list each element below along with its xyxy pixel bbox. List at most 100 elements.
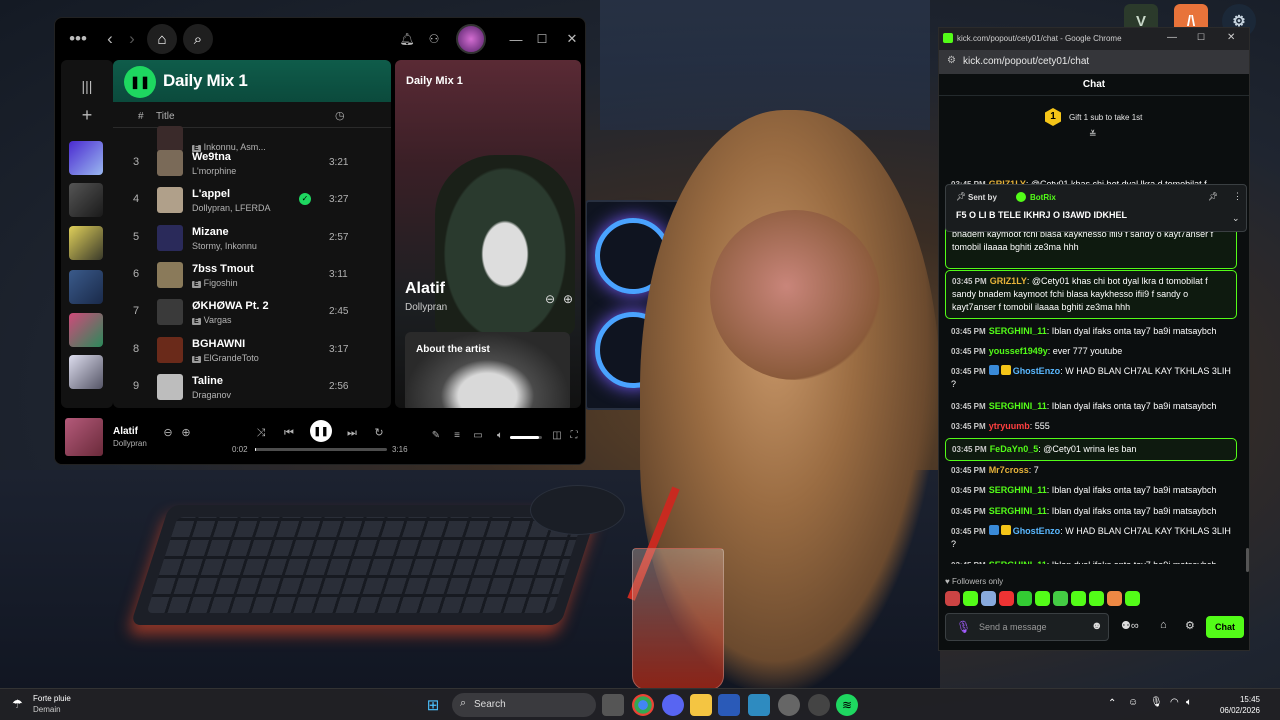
menu-dots-icon[interactable]: ••• [65, 26, 91, 52]
emote[interactable] [1089, 591, 1104, 606]
maximize-icon[interactable]: ☐ [1197, 32, 1205, 43]
bell-icon[interactable]: 🔔︎ [394, 26, 420, 52]
chat-message[interactable]: 03:45 PMGRIZ1LY: @Cety01 khas chi bot dy… [945, 270, 1237, 319]
task-view-icon[interactable] [602, 694, 624, 716]
emote[interactable] [963, 591, 978, 606]
player-artist[interactable]: Dollypran [113, 439, 147, 448]
track-row[interactable]: 3 We9tna L'morphine 3:21 [113, 144, 391, 181]
emote[interactable] [1107, 591, 1122, 606]
message-username[interactable]: GRIZ1LY [990, 276, 1027, 286]
message-username[interactable]: SERGHINI_11 [989, 560, 1047, 564]
emote[interactable] [1053, 591, 1068, 606]
track-row[interactable]: 7 ØKHØWA Pt. 2 E Vargas 2:45 [113, 293, 391, 330]
unpin-icon[interactable]: 📌︎ [1208, 192, 1218, 201]
forward-icon[interactable]: › [119, 26, 145, 52]
message-username[interactable]: Mr7cross [989, 465, 1029, 475]
track-artist[interactable]: E Figoshin [192, 278, 238, 288]
chat-send-button[interactable]: Chat [1206, 616, 1244, 638]
track-name[interactable]: ØKHØWA Pt. 2 [192, 300, 269, 312]
track-artist-text[interactable]: Vargas [204, 315, 232, 325]
fullscreen-icon[interactable]: ⛶ [565, 427, 583, 445]
store-icon[interactable]: ⌂ [1160, 619, 1167, 631]
message-input[interactable]: 🎙︎ Send a message ☻ [945, 613, 1109, 641]
track-name[interactable]: BGHAWNI [192, 338, 245, 350]
chevron-down-icon[interactable]: ⌄ [1232, 213, 1240, 224]
now-playing-subtitle[interactable]: Dollypran [405, 302, 447, 313]
emoji-icon[interactable]: ☻ [1091, 620, 1103, 632]
search-icon[interactable]: ⌕ [183, 24, 213, 54]
message-username[interactable]: GhostEnzo [1013, 366, 1061, 376]
add-icon[interactable]: ⊕ [177, 424, 195, 442]
volume-icon[interactable]: 🔈︎ [491, 427, 509, 445]
liked-songs-icon[interactable] [69, 141, 103, 175]
track-name[interactable]: 7bss Tmout [192, 263, 254, 275]
message-username[interactable]: SERGHINI_11 [989, 485, 1047, 495]
track-artist[interactable]: L'morphine [192, 166, 236, 176]
track-row[interactable]: 8 BGHAWNI E ElGrandeToto 3:17 [113, 331, 391, 368]
track-artist-text[interactable]: Stormy, Inkonnu [192, 241, 257, 251]
chat-message[interactable]: 03:45 PMSERGHINI_11: Iblan dyal ifaks on… [945, 559, 1237, 564]
clock[interactable]: 15:45 06/02/2026 [1212, 694, 1260, 716]
friends-icon[interactable]: ⚇ [421, 26, 447, 52]
library-icon[interactable]: ||| [74, 73, 100, 99]
maximize-icon[interactable]: ☐ [529, 26, 555, 52]
mic-tray-icon[interactable]: 🎙︎ [1150, 697, 1163, 708]
track-artist-text[interactable]: L'morphine [192, 166, 236, 176]
minimize-icon[interactable]: — [503, 26, 529, 52]
track-artist[interactable]: Draganov [192, 390, 231, 400]
points-icon[interactable]: ⚉∞ [1121, 619, 1139, 632]
message-username[interactable]: SERGHINI_11 [989, 401, 1047, 411]
track-row[interactable]: 6 7bss Tmout E Figoshin 3:11 [113, 256, 391, 293]
url-text[interactable]: kick.com/popout/cety01/chat [963, 56, 1089, 67]
chrome-icon[interactable] [632, 694, 654, 716]
file-explorer-icon[interactable] [690, 694, 712, 716]
emote[interactable] [1035, 591, 1050, 606]
shuffle-icon[interactable]: ⤨ [252, 424, 270, 442]
wifi-icon[interactable]: ◠ [1170, 697, 1179, 708]
volume-slider[interactable] [510, 436, 542, 439]
settings-icon[interactable] [778, 694, 800, 716]
track-artist-text[interactable]: Draganov [192, 390, 231, 400]
scrollbar-thumb[interactable] [1246, 548, 1249, 572]
pinned-sender[interactable]: BotRix [1030, 193, 1056, 202]
lyrics-icon[interactable]: ✎ [427, 427, 445, 445]
more-icon[interactable]: ⋮ [1233, 191, 1242, 202]
discord-tray-icon[interactable]: ☺ [1128, 697, 1138, 708]
playlist-item[interactable] [69, 270, 103, 304]
playlist-item[interactable] [69, 226, 103, 260]
spotify-icon[interactable]: ≋ [836, 694, 858, 716]
discord-icon[interactable] [662, 694, 684, 716]
track-artist-text[interactable]: Figoshin [204, 278, 238, 288]
player-track[interactable]: Alatif [113, 426, 138, 437]
plus-icon[interactable]: + [74, 102, 100, 128]
message-username[interactable]: SERGHINI_11 [989, 506, 1047, 516]
playlist-item[interactable] [69, 355, 103, 389]
remove-icon[interactable]: ⊖ [159, 424, 177, 442]
miniplayer-icon[interactable]: ◫ [548, 427, 566, 445]
obs-icon[interactable] [808, 694, 830, 716]
chat-message[interactable]: 03:45 PM GhostEnzo: W HAD BLAN CH7AL KAY … [945, 365, 1237, 391]
chat-message[interactable]: 03:45 PM ytryuumb: 555 [945, 420, 1237, 433]
chat-message[interactable]: 03:45 PMSERGHINI_11: Iblan dyal ifaks on… [945, 505, 1237, 518]
track-row[interactable]: 9 Taline Draganov 2:56 [113, 368, 391, 405]
chat-message[interactable]: 03:45 PM youssef1949y: ever 777 youtube [945, 345, 1237, 358]
track-row[interactable]: 4 L'appel Dollypran, LFERDA ✓ 3:27 [113, 181, 391, 218]
message-username[interactable]: SERGHINI_11 [989, 326, 1047, 336]
track-name[interactable]: Taline [192, 375, 223, 387]
speaker-icon[interactable]: 🔈︎ [1186, 697, 1192, 708]
chat-message[interactable]: 03:45 PM GhostEnzo: W HAD BLAN CH7AL KAY … [945, 525, 1237, 551]
emote[interactable] [999, 591, 1014, 606]
track-artist[interactable]: Stormy, Inkonnu [192, 241, 257, 251]
app-icon[interactable] [718, 694, 740, 716]
play-pause-button[interactable]: ❚❚ [124, 66, 156, 98]
queue-icon[interactable]: ≡ [448, 427, 466, 445]
next-icon[interactable]: ⏭︎ [343, 424, 361, 442]
pin-expand-icon[interactable]: ≚ [1089, 129, 1097, 140]
minimize-icon[interactable]: — [1167, 32, 1177, 43]
track-artist[interactable]: Dollypran, LFERDA [192, 203, 271, 213]
track-cover[interactable] [65, 418, 103, 456]
emote[interactable] [1125, 591, 1140, 606]
play-pause-button[interactable]: ❚❚ [310, 420, 332, 442]
close-icon[interactable]: ✕ [1227, 32, 1235, 43]
photos-icon[interactable] [748, 694, 770, 716]
